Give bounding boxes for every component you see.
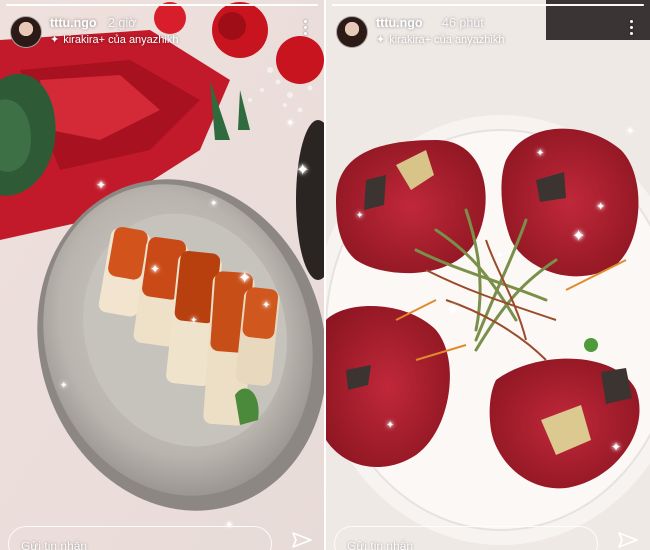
reply-placeholder: Gửi tin nhắn	[347, 539, 414, 550]
story-progress-bar	[6, 4, 318, 6]
send-icon[interactable]	[618, 532, 638, 548]
sparkle-music-icon: ✦	[50, 34, 60, 46]
story-panel-2[interactable]: tttu.ngo 46 phút ✦ kirakira+ của anyazhi…	[326, 0, 650, 550]
music-label[interactable]: ✦ kirakira+ của anyazhikh	[50, 33, 179, 47]
more-vertical-icon[interactable]	[304, 20, 308, 38]
more-vertical-icon[interactable]	[630, 20, 634, 38]
story-header: tttu.ngo 2 giờ ✦ kirakira+ của anyazhikh	[8, 14, 316, 50]
post-time: 46 phút	[442, 16, 484, 30]
post-time: 2 giờ	[108, 16, 137, 30]
avatar[interactable]	[10, 16, 42, 48]
stories-view: tttu.ngo 2 giờ ✦ kirakira+ của anyazhikh…	[0, 0, 650, 550]
send-icon[interactable]	[292, 532, 312, 548]
reply-placeholder: Gửi tin nhắn	[21, 539, 88, 550]
sparkle-music-icon: ✦	[376, 34, 386, 46]
music-text: kirakira+ của anyazhikh	[63, 33, 179, 46]
story-panel-1[interactable]: tttu.ngo 2 giờ ✦ kirakira+ của anyazhikh…	[0, 0, 324, 550]
reply-input[interactable]: Gửi tin nhắn	[334, 526, 598, 550]
story-header: tttu.ngo 46 phút ✦ kirakira+ của anyazhi…	[334, 14, 642, 50]
avatar[interactable]	[336, 16, 368, 48]
story-photo-2	[326, 0, 650, 550]
username[interactable]: tttu.ngo	[376, 16, 423, 30]
music-label[interactable]: ✦ kirakira+ của anyazhikh	[376, 33, 505, 47]
reply-input[interactable]: Gửi tin nhắn	[8, 526, 272, 550]
story-progress-bar	[332, 4, 644, 6]
username[interactable]: tttu.ngo	[50, 16, 97, 30]
story-photo-1	[0, 0, 324, 550]
music-text: kirakira+ của anyazhikh	[389, 33, 505, 46]
